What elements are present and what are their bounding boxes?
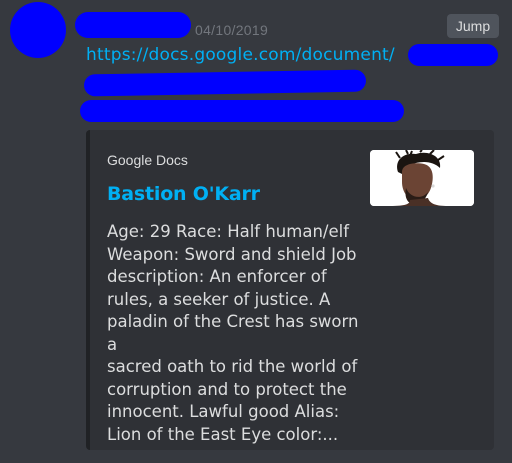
embed-thumbnail[interactable] xyxy=(370,150,474,206)
embed-title-link[interactable]: Bastion O'Karr xyxy=(107,183,260,205)
embed-provider: Google Docs xyxy=(107,152,188,168)
redacted-link-line-2 xyxy=(83,69,367,97)
avatar[interactable] xyxy=(10,2,66,58)
redacted-link-part xyxy=(408,44,498,66)
embed-description: Age: 29 Race: Half human/elf Weapon: Swo… xyxy=(107,222,359,444)
portrait-image xyxy=(370,150,474,206)
message-link[interactable]: https://docs.google.com/document/ xyxy=(86,45,395,65)
message-timestamp: 04/10/2019 xyxy=(195,22,269,38)
jump-button[interactable]: Jump xyxy=(447,14,499,38)
link-embed: Google Docs Bastion O'Karr Age: 29 Race:… xyxy=(86,130,494,450)
redacted-username xyxy=(75,12,191,38)
redacted-link-line-3 xyxy=(80,100,404,122)
